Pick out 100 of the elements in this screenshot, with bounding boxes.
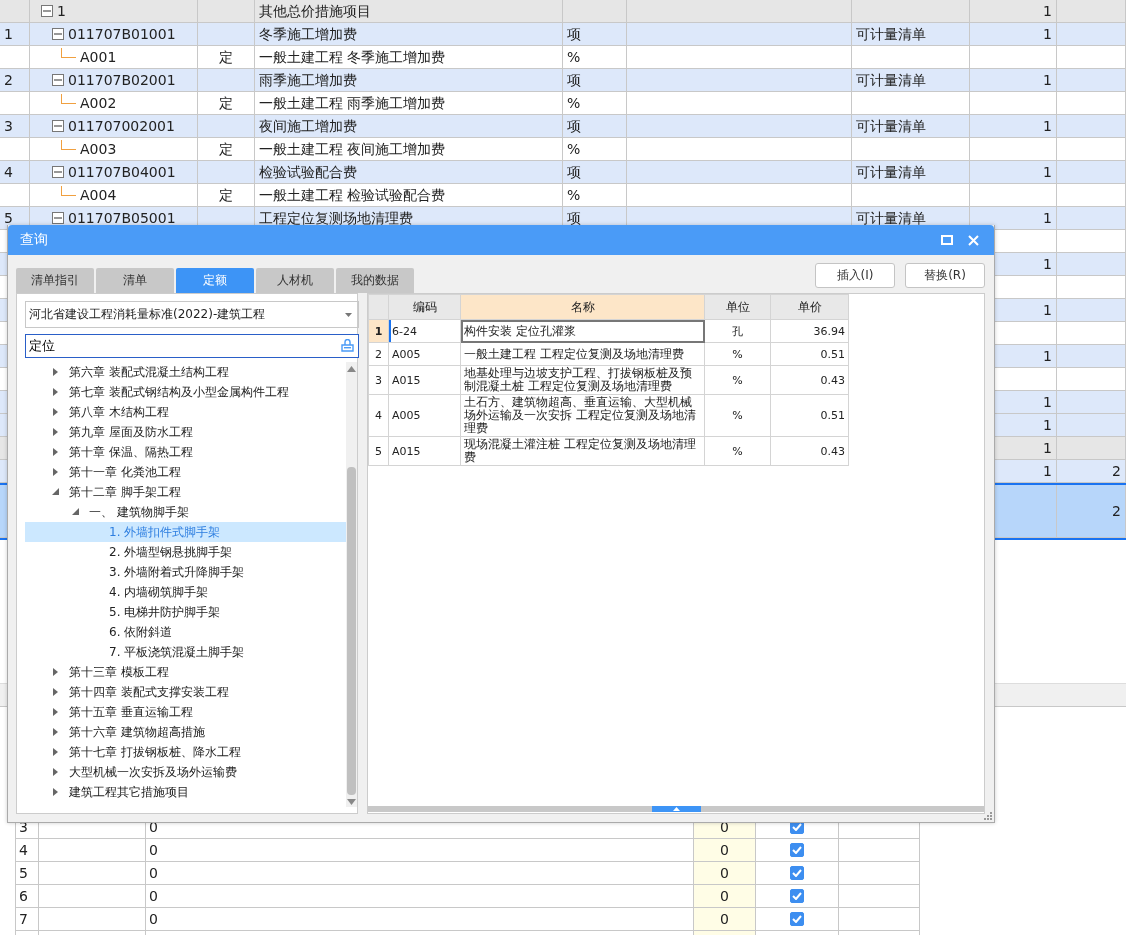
name-cell: 现场混凝土灌注桩 工程定位复测及场地清理费 [460,436,705,466]
expand-arrow-icon[interactable] [52,788,59,796]
expand-arrow-icon[interactable] [52,748,59,756]
name-cell: 构件安装 定位孔灌浆 [460,319,705,343]
value-cell: 0 [145,908,693,931]
collapse-toggle[interactable] [52,166,64,178]
expand-arrow-icon[interactable] [52,368,59,376]
table-row[interactable]: A001 定 一般土建工程 冬季施工增加费 % [0,46,1126,69]
row-number-cell[interactable]: 5 [368,436,389,466]
basket-icon[interactable] [341,339,354,352]
column-header[interactable]: 编码 [388,294,461,320]
expand-arrow-icon[interactable] [52,388,59,396]
tree-item[interactable]: 一、 建筑物脚手架 [25,502,346,522]
price-cell: 0.51 [770,394,849,437]
tree-item[interactable]: 2. 外墙型钢悬挑脚手架 [25,542,346,562]
search-field[interactable]: 定位 [25,334,359,358]
row-number-cell[interactable]: 1 [368,319,389,343]
code-cell: A005 [388,394,461,437]
unit-cell: % [704,394,771,437]
tree-item[interactable]: 第十六章 建筑物超高措施 [25,722,346,742]
tab[interactable]: 我的数据 [336,268,414,293]
amount-cell: 0 [693,862,755,885]
collapse-toggle[interactable] [52,74,64,86]
tab[interactable]: 人材机 [256,268,334,293]
expand-arrow-icon[interactable] [52,768,59,776]
table-row[interactable]: 1 其他总价措施项目 1 [0,0,1126,23]
checkbox[interactable] [790,912,804,926]
scrollbar[interactable] [346,362,357,807]
table-row[interactable]: 2 011707B02001 雨季施工增加费 项 可计量清单 1 [0,69,1126,92]
tree-item[interactable]: 第十五章 垂直运输工程 [25,702,346,722]
tree-item[interactable]: 建筑工程其它措施项目 [25,782,346,802]
collapse-arrow-icon[interactable] [52,488,59,496]
resize-grip-icon[interactable] [984,812,992,820]
table-row[interactable]: 4 011707B04001 检验试验配合费 项 可计量清单 1 [0,161,1126,184]
expand-arrow-icon[interactable] [52,408,59,416]
tree-item[interactable]: 6. 依附斜道 [25,622,346,642]
collapse-toggle[interactable] [52,28,64,40]
table-row[interactable]: 3 011707002001 夜间施工增加费 项 可计量清单 1 [0,115,1126,138]
checkbox[interactable] [790,889,804,903]
checkbox[interactable] [790,866,804,880]
expand-arrow-icon[interactable] [52,728,59,736]
unit-cell: % [704,365,771,395]
row-number-cell[interactable]: 4 [368,394,389,437]
column-header[interactable]: 单价 [770,294,849,320]
checkbox[interactable] [790,843,804,857]
library-dropdown[interactable]: 河北省建设工程消耗量标准(2022)-建筑工程 [25,301,359,328]
column-header[interactable]: 单位 [704,294,771,320]
tree-item[interactable]: 第七章 装配式钢结构及小型金属构件工程 [25,382,346,402]
replace-button[interactable]: 替换(R) [905,263,985,288]
expand-arrow-icon[interactable] [52,708,59,716]
dialog-title: 查询 [20,231,49,249]
tree-item[interactable]: 4. 内墙砌筑脚手架 [25,582,346,602]
row-number-cell: 4 [15,839,38,862]
name-cell: 一般土建工程 工程定位复测及场地清理费 [460,342,705,366]
splitter-handle[interactable] [651,806,701,812]
tree-item[interactable]: 第六章 装配式混凝土结构工程 [25,362,346,382]
collapse-toggle[interactable] [41,5,53,17]
code-cell: A015 [388,436,461,466]
collapse-arrow-icon[interactable] [72,508,79,516]
collapse-toggle[interactable] [52,120,64,132]
tree-item[interactable]: 第十四章 装配式支撑安装工程 [25,682,346,702]
expand-arrow-icon[interactable] [52,448,59,456]
row-number-cell[interactable]: 3 [368,365,389,395]
row-number-cell[interactable]: 2 [368,342,389,366]
tree-connector [61,93,76,104]
tree-item[interactable]: 第十三章 模板工程 [25,662,346,682]
collapse-toggle[interactable] [52,212,64,224]
insert-button[interactable]: 插入(I) [815,263,895,288]
caret-icon [345,312,352,317]
tree-item[interactable]: 大型机械一次安拆及场外运输费 [25,762,346,782]
amount-cell: 0 [693,885,755,908]
tree-item[interactable]: 第九章 屋面及防水工程 [25,422,346,442]
tab[interactable]: 清单指引 [16,268,94,293]
tree-item[interactable]: 7. 平板浇筑混凝土脚手架 [25,642,346,662]
price-cell: 0.43 [770,436,849,466]
tab[interactable]: 清单 [96,268,174,293]
value-cell: 0 [145,862,693,885]
tree-item[interactable]: 3. 外墙附着式升降脚手架 [25,562,346,582]
tree-connector [61,47,76,58]
close-icon[interactable] [967,234,979,246]
tree-item[interactable]: 第十二章 脚手架工程 [25,482,346,502]
tree-item[interactable]: 第八章 木结构工程 [25,402,346,422]
maximize-icon[interactable] [941,235,953,245]
table-row[interactable]: 1 011707B01001 冬季施工增加费 项 可计量清单 1 [0,23,1126,46]
scroll-down-icon[interactable] [347,799,356,805]
tree-item[interactable]: 第十七章 打拔钢板桩、降水工程 [25,742,346,762]
table-row[interactable]: A002 定 一般土建工程 雨季施工增加费 % [0,92,1126,115]
table-row[interactable]: A003 定 一般土建工程 夜间施工增加费 % [0,138,1126,161]
tree-item[interactable]: 第十章 保温、隔热工程 [25,442,346,462]
expand-arrow-icon[interactable] [52,688,59,696]
expand-arrow-icon[interactable] [52,428,59,436]
tree-connector [61,185,76,196]
column-header[interactable]: 名称 [460,294,705,320]
tree-item[interactable]: 第十一章 化粪池工程 [25,462,346,482]
expand-arrow-icon[interactable] [52,668,59,676]
expand-arrow-icon[interactable] [52,468,59,476]
table-row[interactable]: A004 定 一般土建工程 检验试验配合费 % [0,184,1126,207]
scroll-up-icon[interactable] [347,366,356,372]
tree-item[interactable]: 5. 电梯井防护脚手架 [25,602,346,622]
name-cell: 土石方、建筑物超高、垂直运输、大型机械场外运输及一次安拆 工程定位复测及场地清理费 [460,394,705,437]
